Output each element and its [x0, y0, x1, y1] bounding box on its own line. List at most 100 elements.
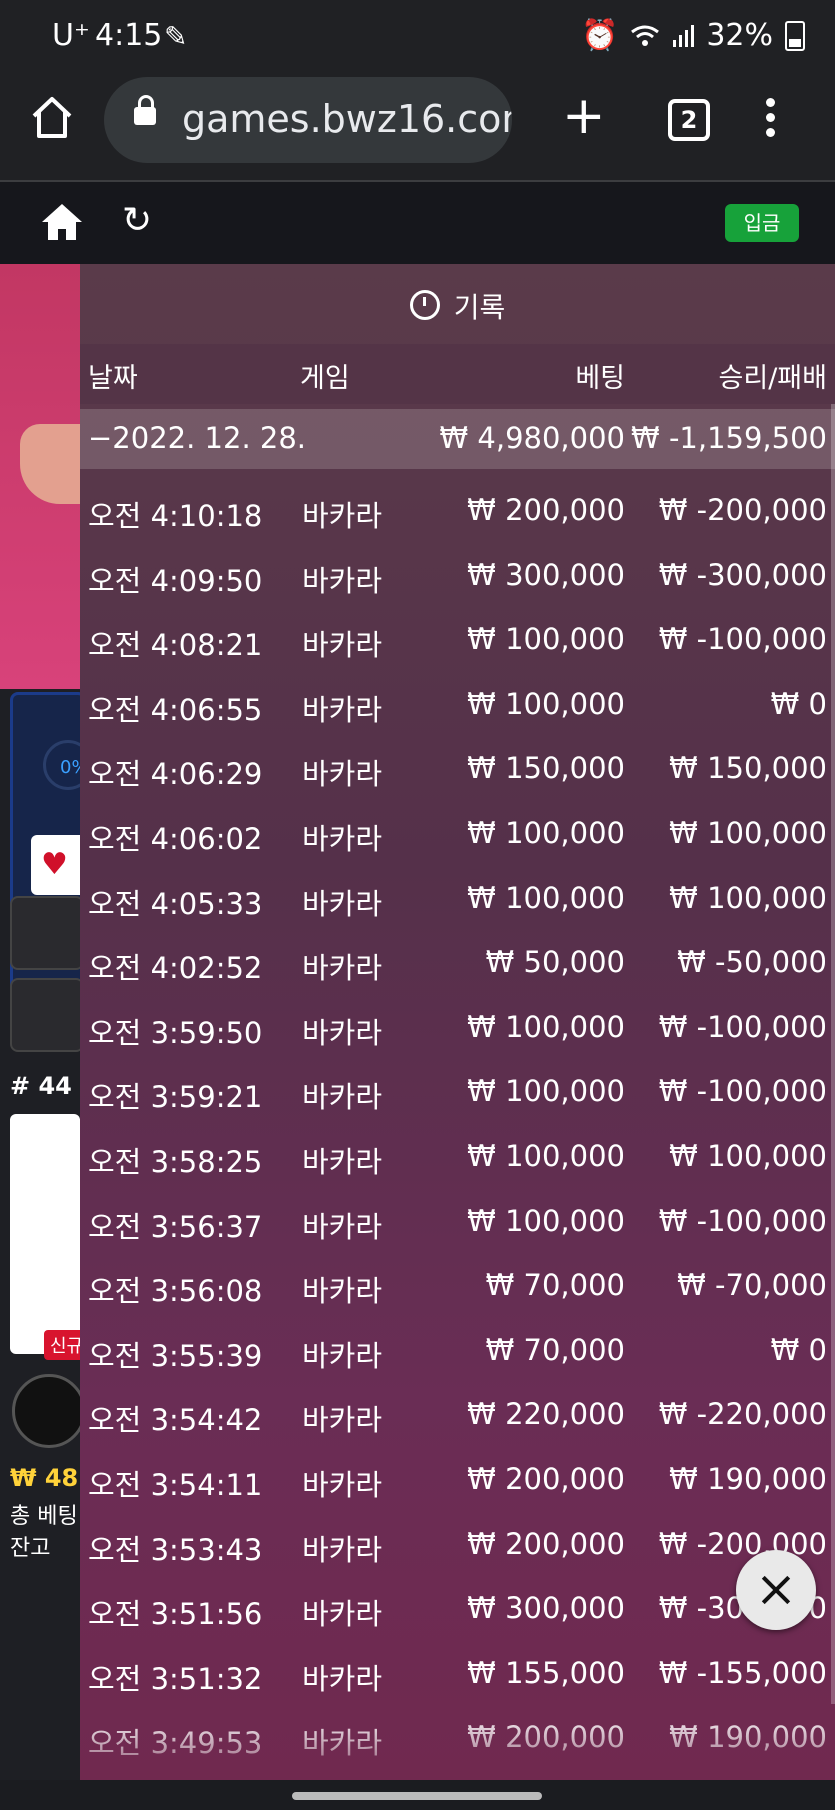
address-bar[interactable]: games.bwz16.com/l — [104, 77, 512, 163]
row-game: 바카라 — [302, 563, 383, 598]
history-title: 기록 — [80, 286, 835, 326]
date-summary-row[interactable]: −2022. 12. 28. ₩ 4,980,000 ₩ -1,159,500 — [80, 409, 835, 469]
browser-home-icon[interactable] — [30, 94, 74, 140]
player-button-2[interactable] — [10, 978, 84, 1052]
clock-time: 4:15 — [95, 18, 163, 53]
row-winloss: ₩ -100,000 — [658, 622, 827, 657]
row-time: 오전 3:53:43 — [88, 1532, 263, 1567]
row-game: 바카라 — [302, 628, 383, 663]
row-bet: ₩ 200,000 — [467, 1462, 625, 1496]
status-icons: ⏰ 32% — [581, 18, 805, 53]
table-row[interactable]: 오전 4:06:29 바카라 ₩ 150,000 ₩ 150,000 — [80, 737, 835, 801]
row-time: 오전 3:58:25 — [88, 1145, 263, 1179]
row-game: 바카라 — [302, 757, 383, 792]
table-row[interactable]: 오전 4:06:55 바카라 ₩ 100,000 ₩ 0 — [80, 673, 835, 737]
table-row[interactable]: 오전 4:10:18 바카라 ₩ 200,000 ₩ -200,000 — [80, 479, 835, 543]
row-game: 바카라 — [302, 1145, 383, 1179]
table-row[interactable]: 오전 3:59:21 바카라 ₩ 100,000 ₩ -100,000 — [80, 1060, 835, 1124]
row-bet: ₩ 100,000 — [467, 880, 625, 915]
table-row[interactable]: 오전 3:59:50 바카라 ₩ 100,000 ₩ -100,000 — [80, 996, 835, 1060]
row-bet: ₩ 50,000 — [485, 945, 625, 980]
table-row[interactable]: 오전 3:54:11 바카라 ₩ 200,000 ₩ 190,000 — [80, 1448, 835, 1512]
row-winloss: ₩ -100,000 — [658, 1074, 827, 1109]
row-time: 오전 4:06:02 — [88, 822, 263, 856]
row-time: 오전 4:10:18 — [88, 499, 263, 533]
column-game: 게임 — [300, 363, 350, 394]
row-time: 오전 3:51:32 — [88, 1661, 263, 1696]
signal-icon — [673, 24, 695, 47]
row-game: 바카라 — [302, 1532, 383, 1567]
player-button-1[interactable] — [10, 896, 84, 970]
game-header: ↻ 입금 — [0, 182, 835, 264]
row-bet: ₩ 100,000 — [467, 816, 625, 850]
browser-toolbar: games.bwz16.com/l + 2 — [0, 72, 835, 182]
table-row[interactable]: 오전 3:54:42 바카라 ₩ 220,000 ₩ -220,000 — [80, 1383, 835, 1447]
battery-icon — [785, 20, 805, 51]
chip-icon[interactable] — [12, 1374, 86, 1448]
refresh-icon[interactable]: ↻ — [122, 200, 152, 241]
row-winloss: ₩ -300,000 — [658, 557, 827, 592]
battery-percent: 32% — [706, 18, 773, 53]
row-bet: ₩ 100,000 — [467, 686, 625, 721]
column-bet: 베팅 — [575, 363, 625, 394]
row-bet: ₩ 150,000 — [467, 751, 625, 786]
row-bet: ₩ 100,000 — [467, 1139, 625, 1173]
game-home-icon[interactable] — [40, 202, 84, 242]
row-winloss: ₩ -155,000 — [658, 1655, 827, 1690]
more-menu-icon[interactable] — [766, 98, 776, 143]
tab-switcher-button[interactable]: 2 — [668, 99, 710, 141]
feather-icon: ✎ — [164, 20, 188, 53]
table-header: 날짜 게임 베팅 승리/패배 — [80, 344, 835, 404]
row-time: 오전 3:59:21 — [88, 1080, 263, 1115]
row-bet: ₩ 100,000 — [467, 1009, 625, 1044]
summary-winloss: ₩ -1,159,500 — [631, 421, 827, 455]
table-row[interactable]: 오전 3:55:39 바카라 ₩ 70,000 ₩ 0 — [80, 1319, 835, 1383]
table-row[interactable]: 오전 3:51:32 바카라 ₩ 155,000 ₩ -155,000 — [80, 1642, 835, 1706]
table-row[interactable]: 오전 4:09:50 바카라 ₩ 300,000 ₩ -300,000 — [80, 544, 835, 608]
row-bet: ₩ 100,000 — [467, 1074, 625, 1109]
row-game: 바카라 — [302, 1338, 383, 1373]
row-game: 바카라 — [302, 1015, 383, 1050]
table-row[interactable]: 오전 3:58:25 바카라 ₩ 100,000 ₩ 100,000 — [80, 1125, 835, 1189]
table-row[interactable]: 오전 3:56:08 바카라 ₩ 70,000 ₩ -70,000 — [80, 1254, 835, 1318]
row-bet: ₩ 220,000 — [467, 1397, 625, 1432]
deposit-button[interactable]: 입금 — [725, 204, 799, 242]
row-game: 바카라 — [302, 1274, 383, 1309]
row-time: 오전 4:08:21 — [88, 628, 263, 663]
row-game: 바카라 — [302, 499, 383, 533]
summary-date: −2022. 12. 28. — [88, 421, 306, 455]
alarm-icon: ⏰ — [580, 18, 619, 53]
row-winloss: ₩ -50,000 — [677, 945, 827, 980]
row-bet: ₩ 300,000 — [467, 1591, 625, 1626]
row-game: 바카라 — [302, 1597, 383, 1632]
table-row[interactable]: 오전 4:06:02 바카라 ₩ 100,000 ₩ 100,000 — [80, 802, 835, 866]
bead-road — [10, 1114, 80, 1354]
table-row[interactable]: 오전 3:51:56바카라₩ 300,000₩ -300,000 — [80, 1577, 835, 1641]
row-game: 바카라 — [302, 822, 383, 856]
scrollbar[interactable] — [831, 404, 835, 1704]
status-bar: U⁺ 4:15 ✎ ⏰ 32% — [0, 0, 835, 72]
row-game: 바카라 — [302, 1403, 383, 1438]
row-time: 오전 3:56:08 — [88, 1274, 263, 1309]
row-bet: ₩ 300,000 — [467, 557, 625, 592]
table-row[interactable]: 오전 4:08:21 바카라 ₩ 100,000 ₩ -100,000 — [80, 608, 835, 672]
row-time: 오전 4:06:29 — [88, 757, 263, 792]
column-date: 날짜 — [88, 363, 138, 394]
table-row[interactable]: 오전 4:05:33 바카라 ₩ 100,000 ₩ 100,000 — [80, 867, 835, 931]
wifi-icon — [631, 25, 660, 46]
row-game: 바카라 — [302, 951, 383, 986]
table-row[interactable]: 오전 4:02:52 바카라 ₩ 50,000 ₩ -50,000 — [80, 931, 835, 995]
new-tab-icon[interactable]: + — [562, 90, 606, 142]
close-icon[interactable] — [736, 1550, 816, 1630]
table-row[interactable]: 오전 3:53:43 바카라 ₩ 200,000 ₩ -200,000 — [80, 1513, 835, 1577]
row-winloss: ₩ 100,000 — [669, 1139, 827, 1173]
row-bet: ₩ 100,000 — [467, 1203, 625, 1238]
row-winloss: ₩ -220,000 — [658, 1397, 827, 1432]
balance-amount: ₩ 48 — [10, 1464, 79, 1492]
row-time: 오전 3:51:56 — [88, 1597, 263, 1632]
table-row[interactable]: 오전 3:56:37 바카라 ₩ 100,000 ₩ -100,000 — [80, 1190, 835, 1254]
carrier-label: U⁺ — [52, 18, 90, 53]
row-winloss: ₩ 150,000 — [669, 751, 827, 786]
url-text: games.bwz16.com/l — [182, 97, 512, 141]
home-gesture-pill[interactable] — [292, 1792, 542, 1800]
